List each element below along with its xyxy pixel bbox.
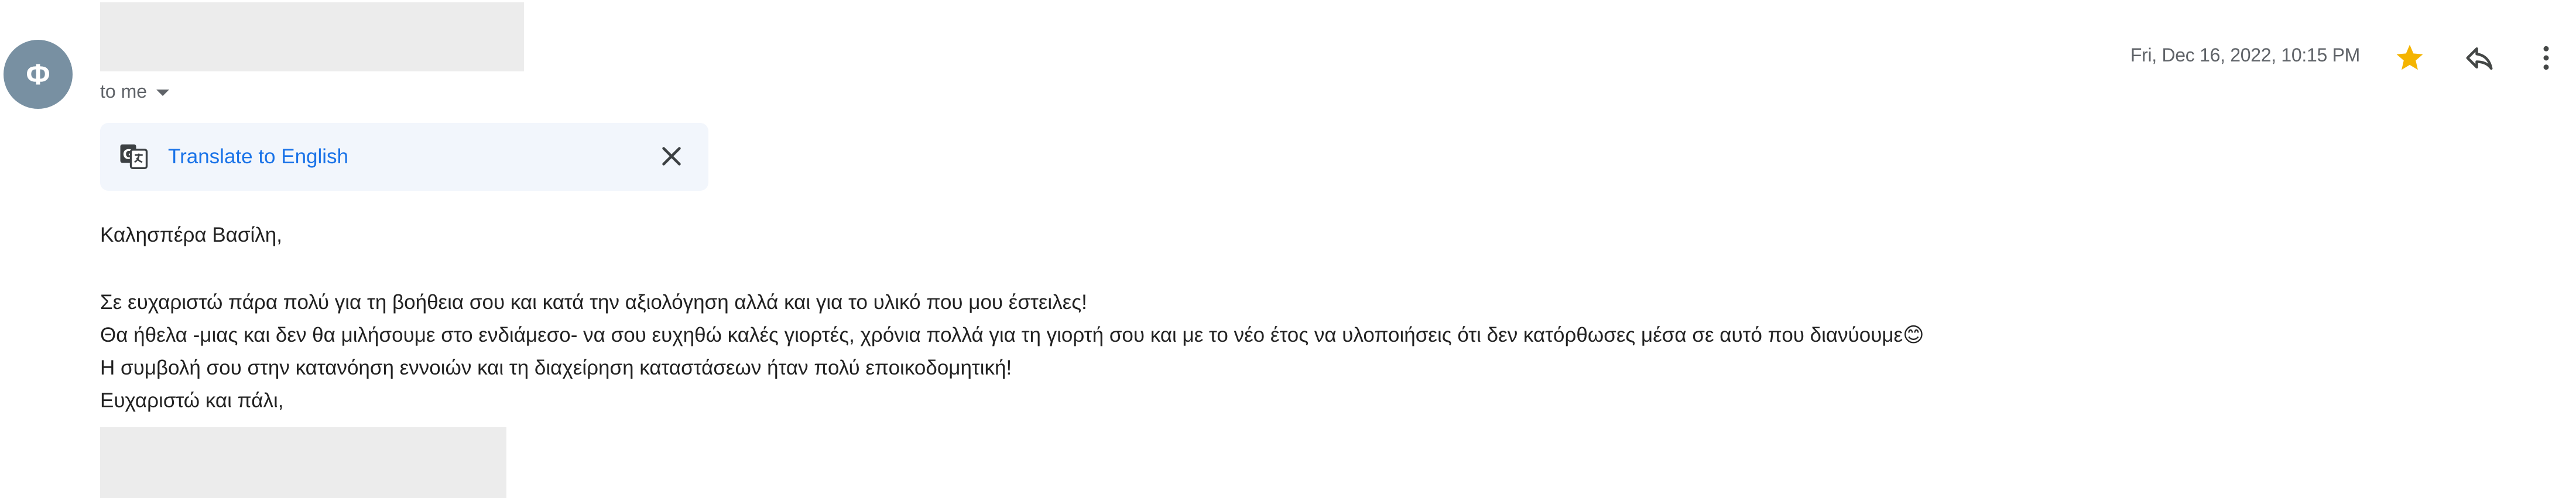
- translate-icon: G: [118, 140, 149, 172]
- recipient-details-toggle[interactable]: to me: [100, 80, 170, 103]
- sender-avatar[interactable]: Φ: [4, 40, 73, 109]
- message-line: Θα ήθελα -μιας και δεν θα μιλήσουμε στο …: [100, 324, 1924, 346]
- message-line: Σε ευχαριστώ πάρα πολύ για τη βοήθεια σο…: [100, 291, 1087, 314]
- reply-icon[interactable]: [2464, 42, 2495, 74]
- star-icon[interactable]: [2394, 42, 2426, 74]
- recipient-label: to me: [100, 80, 148, 102]
- close-icon[interactable]: [658, 143, 685, 170]
- message-date: Fri, Dec 16, 2022, 10:15 PM: [2130, 44, 2360, 66]
- signature-redacted: [100, 427, 506, 498]
- greeting-line: Καλησπέρα Βασίλη,: [100, 224, 282, 246]
- translate-to-english-link[interactable]: Translate to English: [168, 123, 348, 191]
- message-line: Ευχαριστώ και πάλι,: [100, 389, 284, 412]
- translate-banner: G Translate to English: [100, 123, 708, 191]
- message-body: Καλησπέρα Βασίλη, Σε ευχαριστώ πάρα πολύ…: [100, 219, 2442, 417]
- message-line: Η συμβολή σου στην κατανόηση εννοιών και…: [100, 356, 1012, 379]
- more-vert-icon[interactable]: [2530, 42, 2562, 74]
- sender-name-redacted: [100, 2, 524, 71]
- caret-down-icon: [156, 89, 170, 96]
